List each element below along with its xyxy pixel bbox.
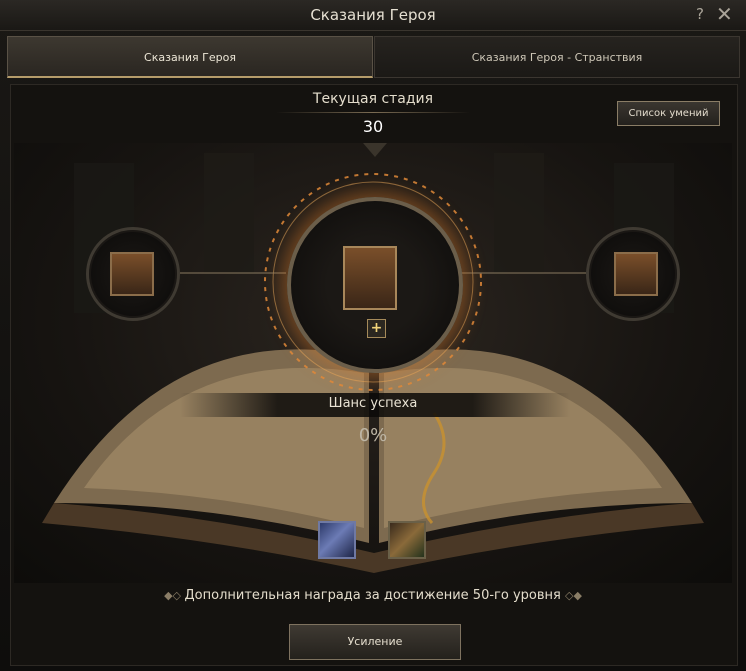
current-stage-value: 30 xyxy=(362,117,384,136)
ornament-left-icon: ◆◇ xyxy=(164,589,185,602)
stage-pointer xyxy=(363,143,387,157)
tab-hero-tales[interactable]: Сказания Героя xyxy=(7,36,373,78)
help-icon[interactable]: ? xyxy=(696,5,704,23)
success-chance-label: Шанс успеха xyxy=(328,396,418,411)
bonus-reward-label: Дополнительная награда за достижение 50-… xyxy=(184,588,561,603)
tab-bar: Сказания Героя Сказания Героя - Странств… xyxy=(7,36,740,78)
book-plus-icon[interactable] xyxy=(388,521,426,559)
add-material-button[interactable]: + xyxy=(367,319,386,338)
ornament-right-icon: ◇◆ xyxy=(564,589,582,602)
window-title: Сказания Героя xyxy=(310,6,436,24)
current-stage-label: Текущая стадия xyxy=(312,91,434,107)
book-icon xyxy=(110,252,154,296)
tab-hero-tales-wanderings[interactable]: Сказания Героя - Странствия xyxy=(374,36,740,78)
stage-divider xyxy=(276,112,470,113)
skill-list-button[interactable]: Список умений xyxy=(617,101,720,126)
enhance-button[interactable]: Усиление xyxy=(289,624,461,660)
book-icon xyxy=(614,252,658,296)
close-icon[interactable]: ✕ xyxy=(716,2,733,26)
book-icon xyxy=(343,246,397,310)
scroll-icon[interactable] xyxy=(318,521,356,559)
title-bar: Сказания Героя ? ✕ xyxy=(0,0,746,31)
bonus-reward-text: ◆◇ Дополнительная награда за достижение … xyxy=(150,588,596,603)
success-chance-value: 0% xyxy=(358,425,388,446)
